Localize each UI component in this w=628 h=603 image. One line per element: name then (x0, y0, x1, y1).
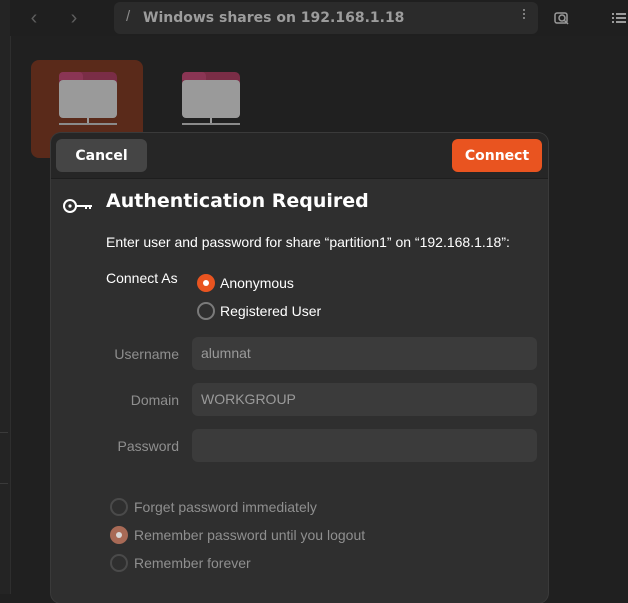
connect-as-label: Connect As (106, 270, 178, 286)
divider (0, 483, 8, 484)
chevron-right-icon[interactable]: › (62, 6, 86, 30)
remember-until-logout-radio[interactable] (110, 526, 128, 544)
network-folder-icon (59, 72, 117, 125)
password-field[interactable] (192, 429, 537, 462)
dialog-title: Authentication Required (106, 190, 369, 212)
domain-label: Domain (130, 392, 179, 408)
kebab-menu-icon[interactable] (522, 9, 526, 21)
path-title: Windows shares on 192.168.1.18 (143, 10, 405, 26)
forget-password-radio[interactable] (110, 498, 128, 516)
remember-until-logout-label[interactable]: Remember password until you logout (134, 527, 365, 543)
divider (0, 432, 8, 433)
registered-user-radio[interactable] (197, 302, 215, 320)
header-bar: ‹ › / Windows shares on 192.168.1.18 (10, 0, 628, 36)
path-bar[interactable]: / Windows shares on 192.168.1.18 (114, 2, 538, 34)
list-view-icon[interactable] (610, 9, 628, 27)
path-separator: / (126, 8, 131, 25)
left-edge-panel (0, 0, 11, 594)
remember-forever-radio[interactable] (110, 554, 128, 572)
anonymous-label[interactable]: Anonymous (220, 275, 294, 291)
remember-forever-label[interactable]: Remember forever (134, 555, 251, 571)
network-folder-icon (182, 72, 240, 125)
cancel-button[interactable]: Cancel (56, 139, 147, 172)
authentication-dialog: Cancel Connect Authentication Required E… (51, 133, 548, 603)
dialog-message: Enter user and password for share “parti… (106, 234, 510, 250)
username-label: Username (114, 346, 179, 362)
dialog-header: Cancel Connect (51, 133, 548, 179)
domain-field[interactable]: WORKGROUP (192, 383, 537, 416)
search-icon[interactable] (553, 9, 571, 27)
chevron-left-icon[interactable]: ‹ (22, 6, 46, 30)
forget-password-label[interactable]: Forget password immediately (134, 499, 317, 515)
connect-button[interactable]: Connect (452, 139, 542, 172)
username-field[interactable]: alumnat (192, 337, 537, 370)
password-label: Password (117, 438, 179, 454)
anonymous-radio[interactable] (197, 274, 215, 292)
registered-user-label[interactable]: Registered User (220, 303, 321, 319)
key-icon (63, 199, 92, 213)
